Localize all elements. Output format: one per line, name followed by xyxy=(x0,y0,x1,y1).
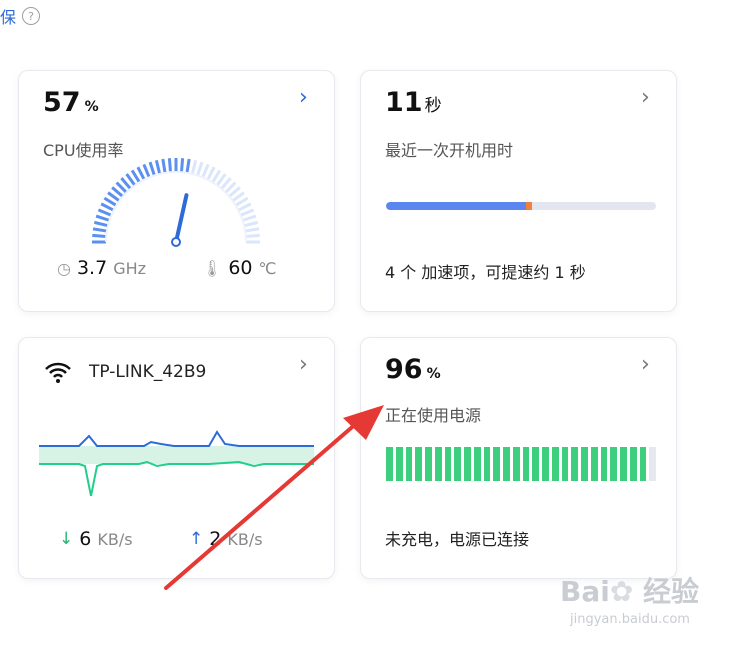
cpu-frequency: ◷ 3.7 GHz xyxy=(57,257,147,279)
gauge-tick xyxy=(211,169,222,184)
battery-segment xyxy=(532,447,539,481)
power-chevron-icon[interactable]: › xyxy=(641,354,650,376)
battery-segment xyxy=(395,447,403,481)
gauge-tick xyxy=(240,208,255,217)
gauge-tick xyxy=(92,233,107,239)
battery-segment xyxy=(444,447,452,481)
gauge-tick xyxy=(179,158,185,173)
gauge-tick xyxy=(92,227,108,233)
gauge-tick xyxy=(234,196,249,207)
cpu-usage-value: 57% xyxy=(43,87,99,118)
gauge-tick xyxy=(206,166,216,181)
boot-label: 最近一次开机用时 xyxy=(385,141,514,160)
gauge-needle xyxy=(174,193,189,244)
boot-chevron-icon[interactable]: › xyxy=(641,87,650,109)
gauge-tick xyxy=(93,220,109,228)
network-traffic-chart xyxy=(39,430,314,496)
download-speed: ↓ 6 KB/s xyxy=(59,528,133,550)
battery-segment xyxy=(434,447,442,481)
battery-segment xyxy=(610,447,617,481)
gauge-tick xyxy=(237,202,252,212)
battery-segment xyxy=(405,447,413,481)
upload-traffic-line xyxy=(39,430,314,447)
battery-level-bar xyxy=(386,447,656,481)
arrow-up-icon: ↑ xyxy=(189,529,204,549)
gauge-tick xyxy=(161,158,167,174)
traffic-band xyxy=(39,446,314,464)
cpu-chevron-icon[interactable]: › xyxy=(299,87,308,109)
battery-segment xyxy=(581,447,588,481)
upload-speed: ↑ 2 KB/s xyxy=(189,528,263,550)
gauge-tick xyxy=(185,158,191,174)
battery-segment xyxy=(620,447,627,481)
power-status: 未充电，电源已连接 xyxy=(385,530,530,549)
gauge-tick xyxy=(100,202,115,212)
gauge-tick xyxy=(97,208,112,217)
battery-segment xyxy=(512,447,520,481)
boot-speedup-tip[interactable]: 4 个 加速项，可提速约 1 秒 xyxy=(385,259,586,283)
battery-segment xyxy=(561,447,569,481)
help-icon[interactable]: ? xyxy=(22,7,41,25)
battery-segment xyxy=(600,447,608,481)
boot-time-value: 11 秒 xyxy=(385,87,442,118)
battery-level-value: 96% xyxy=(385,354,441,385)
thermometer-icon: 🌡 xyxy=(202,258,223,278)
power-label: 正在使用电源 xyxy=(385,406,482,425)
battery-segment xyxy=(415,447,422,481)
battery-segment xyxy=(493,447,500,481)
battery-segment xyxy=(522,447,530,481)
gauge-tick xyxy=(95,214,110,222)
gauge-tick xyxy=(196,161,204,176)
boot-progress-marker xyxy=(526,202,533,210)
gauge-tick xyxy=(245,233,260,239)
top-fragment: 保 ? xyxy=(0,4,41,28)
gauge-tick xyxy=(244,227,260,233)
network-ssid: TP-LINK_42B9 xyxy=(89,362,207,382)
gauge-tick xyxy=(148,161,156,176)
gauge-tick xyxy=(243,220,259,228)
boot-card[interactable]: 11 秒 › 最近一次开机用时 4 个 加速项，可提速约 1 秒 xyxy=(360,70,677,312)
battery-segment xyxy=(551,447,559,481)
battery-segment xyxy=(542,447,549,481)
battery-segment xyxy=(454,447,461,481)
gauge-tick xyxy=(201,163,210,178)
top-fragment-text: 保 xyxy=(0,8,17,27)
network-card[interactable]: TP-LINK_42B9 › ↓ 6 KB/s ↑ 2 KB/s xyxy=(18,337,335,579)
gauge-tick xyxy=(136,166,146,181)
arrow-down-icon: ↓ xyxy=(59,529,74,549)
gauge-hub xyxy=(171,237,181,247)
clock-icon: ◷ xyxy=(57,258,71,278)
cpu-temperature: 🌡 60 ℃ xyxy=(202,257,277,279)
cpu-card[interactable]: 57% › CPU使用率 ◷ 3.7 GHz 🌡 60 ℃ xyxy=(18,70,335,312)
gauge-tick xyxy=(130,169,141,184)
gauge-tick xyxy=(154,159,162,175)
gauge-tick xyxy=(142,163,151,178)
gauge-tick xyxy=(167,158,173,173)
gauge-tick xyxy=(242,214,257,222)
battery-segment xyxy=(571,447,578,481)
battery-segment xyxy=(590,447,598,481)
battery-segment xyxy=(629,447,637,481)
network-chevron-icon[interactable]: › xyxy=(299,354,308,376)
battery-segment xyxy=(483,447,491,481)
gauge-tick xyxy=(103,196,118,207)
battery-segment xyxy=(386,447,393,481)
battery-segment xyxy=(639,447,647,481)
boot-progress-fill xyxy=(386,202,533,210)
boot-progress-bar xyxy=(386,202,656,210)
gauge-tick xyxy=(190,159,198,175)
battery-segment xyxy=(473,447,481,481)
battery-segment xyxy=(503,447,510,481)
cpu-gauge xyxy=(92,158,260,247)
power-card[interactable]: 96% › 正在使用电源 未充电，电源已连接 xyxy=(360,337,677,579)
wifi-icon xyxy=(45,362,71,383)
watermark-logo: Bai✿ 经验 xyxy=(560,575,700,608)
battery-segment xyxy=(649,447,656,481)
watermark-url: jingyan.baidu.com xyxy=(570,612,690,627)
download-traffic-line xyxy=(39,460,314,496)
battery-segment xyxy=(425,447,432,481)
battery-segment xyxy=(464,447,471,481)
